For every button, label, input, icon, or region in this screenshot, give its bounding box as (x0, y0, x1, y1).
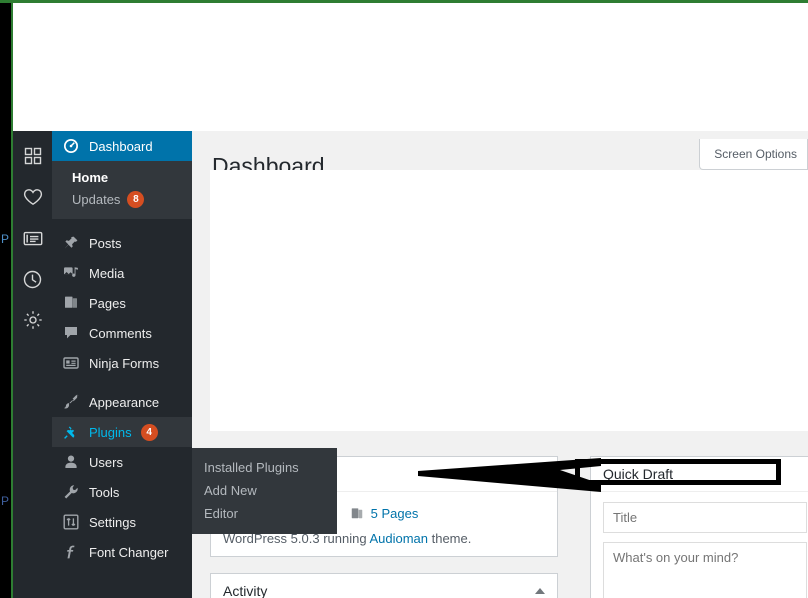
submenu-item-home[interactable]: Home (52, 167, 192, 188)
activity-title: Activity (223, 583, 268, 598)
sidebar-item-appearance[interactable]: Appearance (52, 387, 192, 417)
flyout-item-add-new[interactable]: Add New (192, 479, 337, 502)
left-black-strip (0, 0, 11, 598)
icon-rail (13, 131, 52, 598)
font-icon (62, 543, 80, 561)
sidebar-item-label-tools: Tools (89, 484, 120, 500)
plug-icon (62, 423, 80, 441)
top-green-accent-line (0, 0, 808, 3)
sidebar-item-dashboard[interactable]: Dashboard (52, 131, 192, 161)
sidebar-item-label-pages: Pages (89, 295, 126, 311)
grid-icon[interactable] (22, 145, 44, 167)
pages-icon (62, 294, 80, 312)
pages-icon (350, 507, 364, 521)
flyout-item-installed-plugins[interactable]: Installed Plugins (192, 456, 337, 479)
dashboard-icon (62, 137, 80, 155)
sliders-icon (62, 513, 80, 531)
sidebar-item-label-plugins: Plugins (89, 424, 132, 440)
page-header-region: Dashboard Screen Options (192, 131, 808, 441)
chevron-up-icon[interactable] (535, 588, 545, 594)
dashboard-column-right: Quick Draft (590, 456, 808, 598)
sidebar-item-label-users: Users (89, 454, 123, 470)
wrench-icon (62, 483, 80, 501)
sidebar-item-label-appearance: Appearance (89, 394, 160, 410)
left-green-accent-line (11, 3, 13, 598)
submenu-label-home: Home (72, 170, 109, 185)
sidebar-item-plugins[interactable]: Plugins 4 (52, 417, 192, 447)
sidebar-item-users[interactable]: Users (52, 447, 192, 477)
sidebar-item-label-media: Media (89, 265, 125, 281)
updates-badge: 8 (127, 191, 145, 208)
sidebar-item-comments[interactable]: Comments (52, 318, 192, 348)
sidebar-item-label-comments: Comments (89, 325, 152, 341)
menu-separator-2 (52, 378, 192, 387)
plugins-flyout-submenu: Installed Plugins Add New Editor (192, 448, 337, 534)
sidebar-item-tools[interactable]: Tools (52, 477, 192, 507)
sidebar-item-ninja-forms[interactable]: Ninja Forms (52, 348, 192, 378)
gear-icon[interactable] (22, 309, 44, 331)
quick-draft-title-input[interactable] (603, 502, 807, 533)
quick-draft-body (591, 492, 808, 598)
brush-icon (62, 393, 80, 411)
sidebar-item-posts[interactable]: Posts (52, 228, 192, 258)
screenshot-root: P P Dashboard Home Updates 8 Posts Media… (0, 0, 808, 598)
edge-text-fragment-lower: P (1, 494, 10, 508)
sidebar-item-settings[interactable]: Settings (52, 507, 192, 537)
quick-draft-header[interactable]: Quick Draft (591, 457, 808, 492)
menu-separator-1 (52, 219, 192, 228)
forms-icon (62, 354, 80, 372)
sidebar-item-media[interactable]: Media (52, 258, 192, 288)
heart-icon[interactable] (22, 186, 44, 208)
quick-draft-title: Quick Draft (603, 466, 674, 482)
pages-count: 5 Pages (370, 506, 419, 521)
quick-draft-content-textarea[interactable] (603, 542, 807, 598)
edge-text-fragment-upper: P (1, 232, 10, 246)
sidebar-item-label-font-changer: Font Changer (89, 544, 169, 560)
widget-activity: Activity (210, 573, 558, 598)
sidebar-item-font-changer[interactable]: Font Changer (52, 537, 192, 567)
clock-icon[interactable] (22, 268, 44, 290)
sidebar-item-label-posts: Posts (89, 235, 122, 251)
sidebar-item-label-dashboard: Dashboard (89, 138, 153, 154)
comment-icon (62, 324, 80, 342)
media-icon (62, 264, 80, 282)
flyout-item-editor[interactable]: Editor (192, 502, 337, 525)
browser-upper-blank-pane (11, 3, 808, 131)
chevron-up-icon[interactable] (535, 471, 545, 477)
pin-icon (62, 234, 80, 252)
sidebar-item-pages[interactable]: Pages (52, 288, 192, 318)
sidebar-item-label-ninja-forms: Ninja Forms (89, 355, 160, 371)
wp-admin-menu: Dashboard Home Updates 8 Posts Media Pag… (52, 131, 192, 598)
submenu-label-updates: Updates (72, 192, 121, 207)
theme-link[interactable]: Audioman (369, 531, 428, 546)
activity-header[interactable]: Activity (211, 574, 557, 598)
sidebar-item-label-settings: Settings (89, 514, 136, 530)
version-suffix: theme. (428, 531, 472, 546)
screen-options-button[interactable]: Screen Options (699, 139, 808, 170)
content-white-overlay (210, 170, 808, 431)
plugins-badge: 4 (140, 423, 158, 441)
user-icon (62, 453, 80, 471)
dashboard-submenu: Home Updates 8 (52, 161, 192, 219)
submenu-item-updates[interactable]: Updates 8 (52, 188, 192, 211)
news-card-icon[interactable] (22, 227, 44, 249)
screen-options-label: Screen Options (714, 147, 797, 161)
widget-quick-draft: Quick Draft (590, 456, 808, 598)
